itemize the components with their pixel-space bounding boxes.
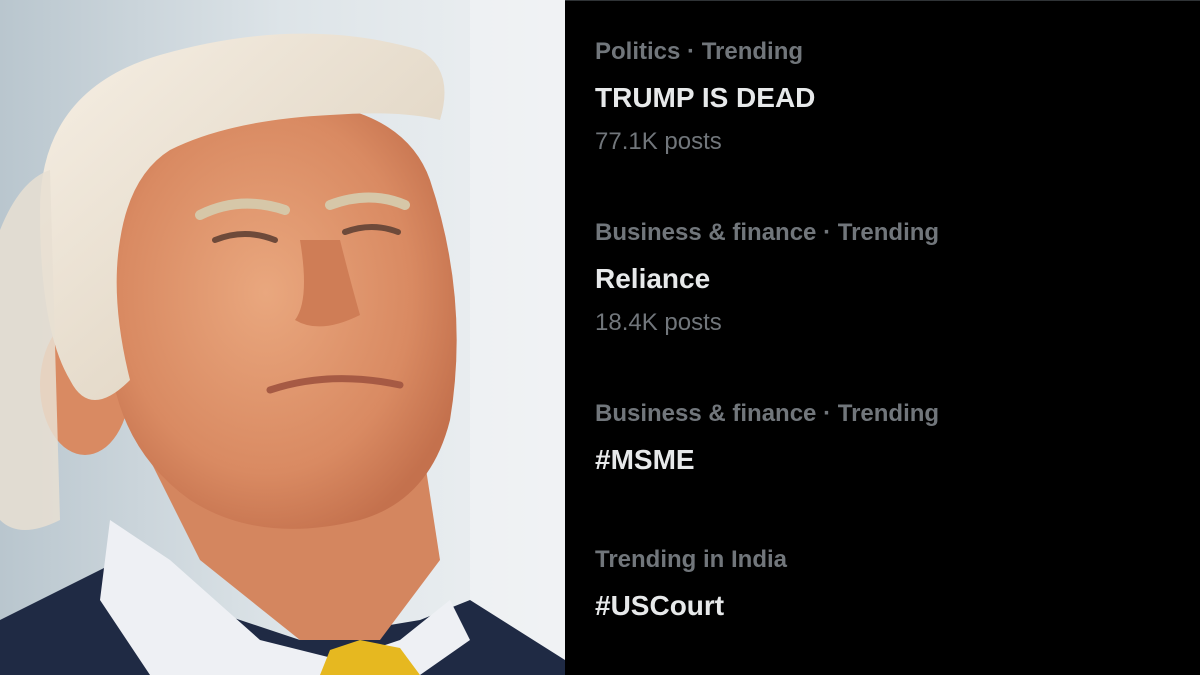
trend-category: Politics · Trending [595,38,804,65]
trend-item[interactable]: Trending in India #USCourt [595,545,1180,623]
portrait-illustration [0,0,565,675]
trend-title: TRUMP IS DEAD [595,82,816,113]
trend-category: Business & finance · Trending [595,219,940,246]
trends-panel: Politics · Trending TRUMP IS DEAD 77.1K … [565,0,1200,675]
portrait-photo [0,0,565,675]
trend-title: #USCourt [595,590,725,621]
trend-category: Business & finance · Trending [595,400,940,427]
trend-item[interactable]: Business & finance · Trending Reliance 1… [595,218,1180,338]
trend-post-count: 18.4K posts [595,309,722,336]
trend-title: Reliance [595,263,711,294]
trend-item[interactable]: Politics · Trending TRUMP IS DEAD 77.1K … [595,37,1180,157]
trend-category: Trending in India [595,546,787,573]
trend-post-count: 77.1K posts [595,128,722,155]
trend-item[interactable]: Business & finance · Trending #MSME [595,399,1180,477]
trend-title: #MSME [595,444,695,475]
